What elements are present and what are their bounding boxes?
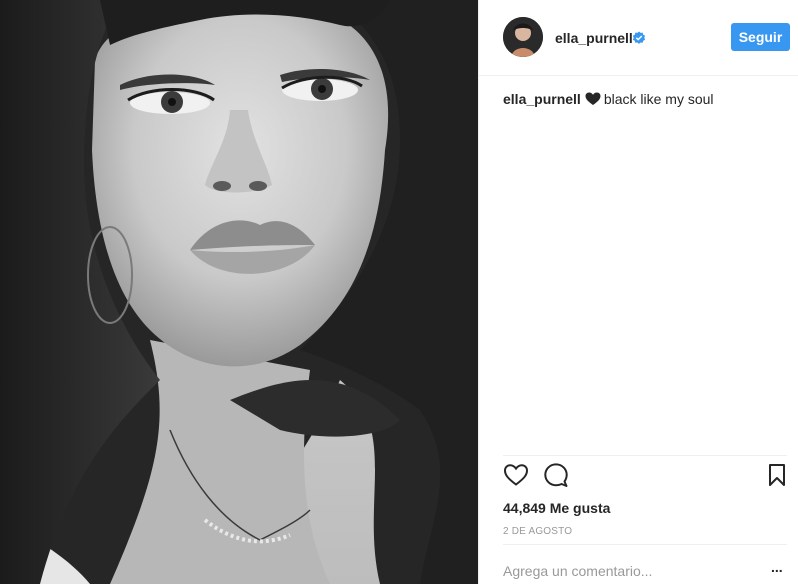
post-header: ella_purnell Seguir	[479, 0, 798, 76]
caption-username[interactable]: ella_purnell	[503, 91, 581, 107]
author-avatar[interactable]	[503, 17, 543, 57]
caption-text: black like my soul	[603, 91, 714, 107]
heart-outline-icon[interactable]	[503, 462, 529, 488]
author-username[interactable]: ella_purnell	[555, 30, 633, 46]
post-sidebar: ella_purnell Seguir ella_purnellblack li…	[478, 0, 798, 584]
comment-input[interactable]	[503, 560, 753, 582]
action-bar	[479, 462, 798, 494]
post-photo-image	[0, 0, 478, 584]
profile-photo-icon	[503, 17, 543, 57]
bookmark-icon[interactable]	[767, 462, 787, 488]
post-caption: ella_purnell black like my soul	[503, 91, 714, 107]
post-date[interactable]: 2 de agosto	[503, 526, 572, 537]
more-options-button[interactable]: ...	[771, 560, 791, 576]
post-photo[interactable]	[0, 0, 478, 584]
comment-bubble-icon[interactable]	[543, 462, 569, 488]
follow-button[interactable]: Seguir	[731, 23, 790, 51]
verified-badge-icon	[632, 31, 646, 44]
likes-count[interactable]: 44,849 Me gusta	[503, 500, 610, 516]
black-heart-icon	[585, 92, 601, 105]
comment-divider	[503, 544, 787, 545]
actions-divider	[503, 455, 787, 456]
